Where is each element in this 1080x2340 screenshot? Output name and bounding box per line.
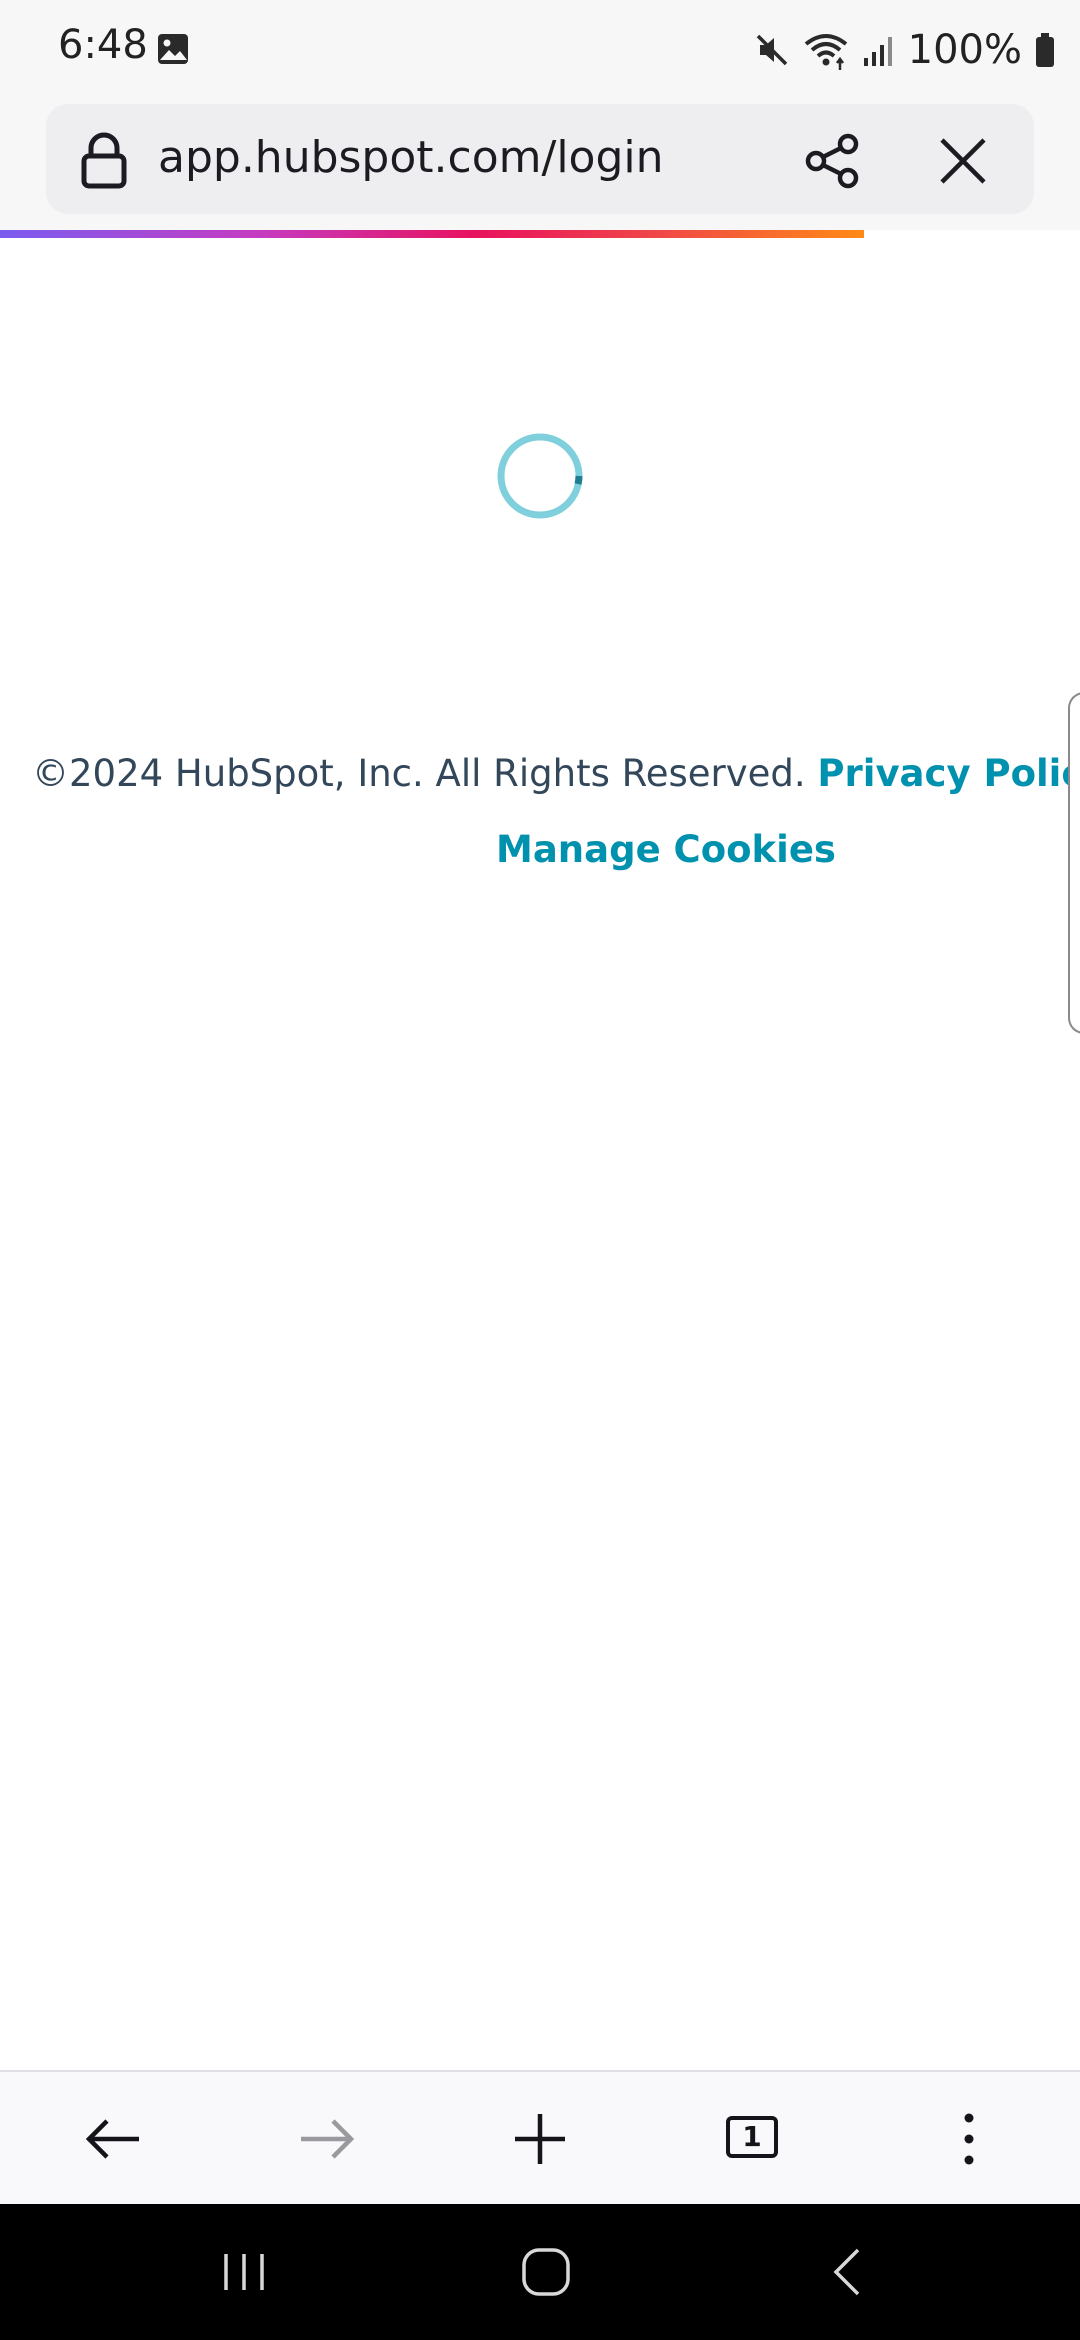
home-icon[interactable] (516, 2242, 576, 2302)
url-bar[interactable]: app.hubspot.com/login (46, 104, 1034, 214)
gallery-icon (158, 34, 188, 64)
new-tab-button[interactable] (505, 2104, 575, 2174)
more-vertical-icon (964, 2113, 974, 2165)
back-arrow-icon (85, 2119, 139, 2159)
menu-button[interactable] (934, 2104, 1004, 2174)
status-icons: 100% (754, 20, 1056, 80)
back-chevron-icon[interactable] (818, 2242, 878, 2302)
status-time: 6:48 (58, 22, 148, 68)
screen: 6:48 100% app.hubspot.com/login ©2024 Hu… (0, 0, 1080, 2340)
plus-icon (515, 2114, 565, 2164)
close-icon[interactable] (938, 136, 988, 186)
browser-toolbar: app.hubspot.com/login (0, 100, 1080, 230)
privacy-policy-link[interactable]: Privacy Policy (817, 752, 1080, 795)
mute-icon (756, 34, 787, 66)
battery-percent: 100% (907, 27, 1022, 73)
back-button[interactable] (78, 2104, 148, 2174)
battery-icon (1036, 33, 1054, 67)
page-load-progress (0, 230, 1080, 238)
forward-arrow-icon (301, 2119, 355, 2159)
system-navigation-bar (0, 2204, 1080, 2340)
tab-count-button[interactable]: 1 (726, 2116, 778, 2158)
lock-icon[interactable] (76, 132, 132, 190)
copyright-text: ©2024 HubSpot, Inc. All Rights Reserved. (32, 752, 806, 795)
status-bar: 6:48 100% (0, 0, 1080, 100)
recents-icon[interactable] (214, 2242, 274, 2302)
signal-icon (863, 37, 892, 66)
loading-spinner (497, 433, 583, 519)
url-text[interactable]: app.hubspot.com/login (158, 132, 664, 183)
browser-bottom-bar: 1 (0, 2070, 1080, 2206)
manage-cookies-link[interactable]: Manage Cookies (496, 828, 836, 871)
wifi-icon (804, 34, 847, 70)
forward-button[interactable] (292, 2104, 362, 2174)
share-icon[interactable] (802, 132, 862, 190)
side-panel-handle[interactable] (1068, 692, 1080, 1034)
progress-fill (0, 230, 864, 238)
footer-copyright-line: ©2024 HubSpot, Inc. All Rights Reserved.… (32, 752, 1080, 795)
